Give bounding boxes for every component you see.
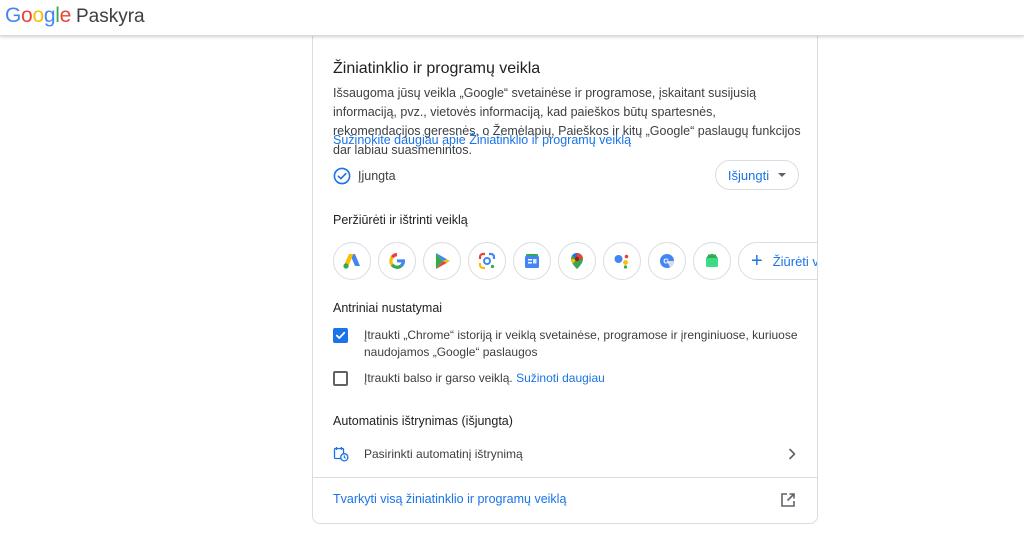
top-bar: Google Paskyra xyxy=(0,0,1024,36)
turn-off-button[interactable]: Išjungti xyxy=(715,160,799,190)
audio-activity-label: Įtraukti balso ir garso veiklą. xyxy=(364,371,513,385)
chevron-right-icon xyxy=(785,447,799,461)
google-translate-icon[interactable]: G xyxy=(648,242,686,280)
chrome-history-setting: Įtraukti „Chrome“ istoriją ir veiklą sve… xyxy=(333,327,804,361)
audio-activity-text: Įtraukti balso ir garso veiklą. Sužinoti… xyxy=(364,370,804,387)
subsettings-heading: Antriniai nustatymai xyxy=(333,301,443,315)
plus-icon: + xyxy=(751,250,763,272)
view-all-label: Žiūrėti v xyxy=(772,253,818,269)
auto-delete-label: Pasirinkti automatinį ištrynimą xyxy=(364,447,523,461)
app-shortcuts: G + Žiūrėti v xyxy=(333,242,818,280)
audio-activity-checkbox[interactable] xyxy=(333,371,348,386)
learn-more-link[interactable]: Sužinokite daugiau apie Žiniatinklio ir … xyxy=(333,133,631,147)
auto-delete-option[interactable]: Pasirinkti automatinį ištrynimą xyxy=(333,443,799,465)
auto-delete-icon xyxy=(333,446,349,462)
google-lens-icon[interactable] xyxy=(468,242,506,280)
footer-divider xyxy=(313,477,817,478)
google-assistant-icon[interactable] xyxy=(603,242,641,280)
page-title: Žiniatinklio ir programų veikla xyxy=(333,60,541,77)
web-app-activity-card: Žiniatinklio ir programų veikla Išsaugom… xyxy=(312,30,818,524)
chrome-history-checkbox[interactable] xyxy=(333,328,348,343)
check-circle-icon xyxy=(333,167,351,185)
google-logo: Google xyxy=(5,4,71,27)
view-all-button[interactable]: + Žiūrėti v xyxy=(738,242,818,280)
dropdown-caret-icon xyxy=(778,173,787,177)
chrome-history-label: Įtraukti „Chrome“ istoriją ir veiklą sve… xyxy=(364,328,798,359)
auto-delete-heading: Automatinis ištrynimas (išjungta) xyxy=(333,414,513,428)
svg-text:G: G xyxy=(663,257,669,266)
product-name: Paskyra xyxy=(75,6,145,27)
android-icon[interactable] xyxy=(693,242,731,280)
audio-activity-setting: Įtraukti balso ir garso veiklą. Sužinoti… xyxy=(333,370,804,387)
status-label: Įjungta xyxy=(358,169,396,183)
status-row: Įjungta xyxy=(333,165,396,187)
open-in-new-icon[interactable] xyxy=(779,491,797,509)
review-activity-heading: Peržiūrėti ir ištrinti veiklą xyxy=(333,213,468,227)
manage-activity-link[interactable]: Tvarkyti visą žiniatinklio ir programų v… xyxy=(333,492,566,506)
google-account-logo[interactable]: Google Paskyra xyxy=(5,4,145,28)
activity-description: Išsaugoma jūsų veikla „Google“ svetainės… xyxy=(333,86,801,157)
google-maps-icon[interactable] xyxy=(558,242,596,280)
google-search-icon[interactable] xyxy=(378,242,416,280)
google-ads-icon[interactable] xyxy=(333,242,371,280)
google-play-icon[interactable] xyxy=(423,242,461,280)
google-news-icon[interactable] xyxy=(513,242,551,280)
audio-learn-more-link[interactable]: Sužinoti daugiau xyxy=(516,371,605,385)
turn-off-label: Išjungti xyxy=(727,167,770,183)
